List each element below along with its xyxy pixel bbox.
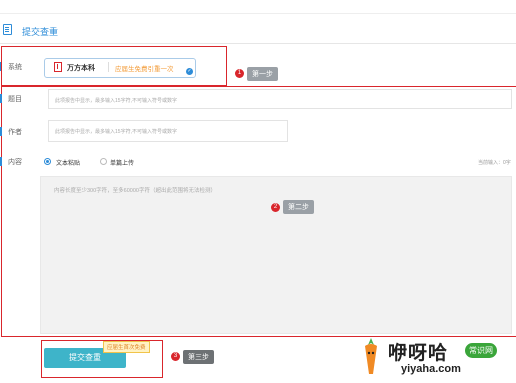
radio-paste[interactable] (44, 158, 51, 165)
step2-label: 第二步 (283, 200, 314, 214)
watermark-brand: 咿呀哈 (388, 343, 449, 364)
header (0, 18, 516, 44)
step1-label: 第一步 (247, 67, 278, 81)
title-input[interactable]: 此项报告中显示，最多输入15字符,不可输入符号或数字 (48, 89, 512, 109)
page: 提交查重 系统 万方本科 应届生免费引重一次 ✓ 1 第一步 题目 此项报告中显… (0, 0, 516, 383)
row-marker (0, 94, 2, 103)
step3-badge: 3 (171, 352, 180, 361)
author-label: 作者 (8, 129, 22, 136)
option-paste-label[interactable]: 文本粘贴 (56, 158, 80, 167)
content-placeholder: 内容长度至少300字符，至多60000字符（超出此范围将无法检测） (54, 188, 216, 194)
content-label: 内容 (8, 159, 22, 166)
check-icon: ✓ (186, 68, 193, 75)
step3-label: 第三步 (183, 350, 214, 364)
system-promo: 应届生免费引重一次 (115, 66, 174, 73)
author-input[interactable]: 此项报告中显示，最多输入15字符,不可输入符号或数字 (48, 120, 288, 142)
char-count: 当前输入：0字 (478, 160, 511, 166)
top-strip (0, 0, 516, 14)
row-marker (0, 157, 2, 166)
step2-badge: 2 (271, 203, 280, 212)
document-icon (3, 24, 12, 35)
row-marker (0, 127, 2, 136)
step1-badge: 1 (235, 69, 244, 78)
title-label: 题目 (8, 96, 22, 103)
divider (108, 62, 109, 72)
content-textarea[interactable] (40, 176, 512, 334)
radio-upload[interactable] (100, 158, 107, 165)
system-name: 万方本科 (67, 65, 95, 72)
carrot-logo-icon (365, 338, 377, 374)
submit-promo-badge: 应届生首次免费 (103, 341, 150, 353)
wanfang-logo-icon (54, 62, 62, 72)
option-upload-label[interactable]: 单篇上传 (110, 158, 134, 167)
watermark-badge: 常识网 (465, 343, 497, 358)
page-title: 提交查重 (22, 27, 59, 37)
watermark-url: yiyaha.com (401, 363, 461, 375)
